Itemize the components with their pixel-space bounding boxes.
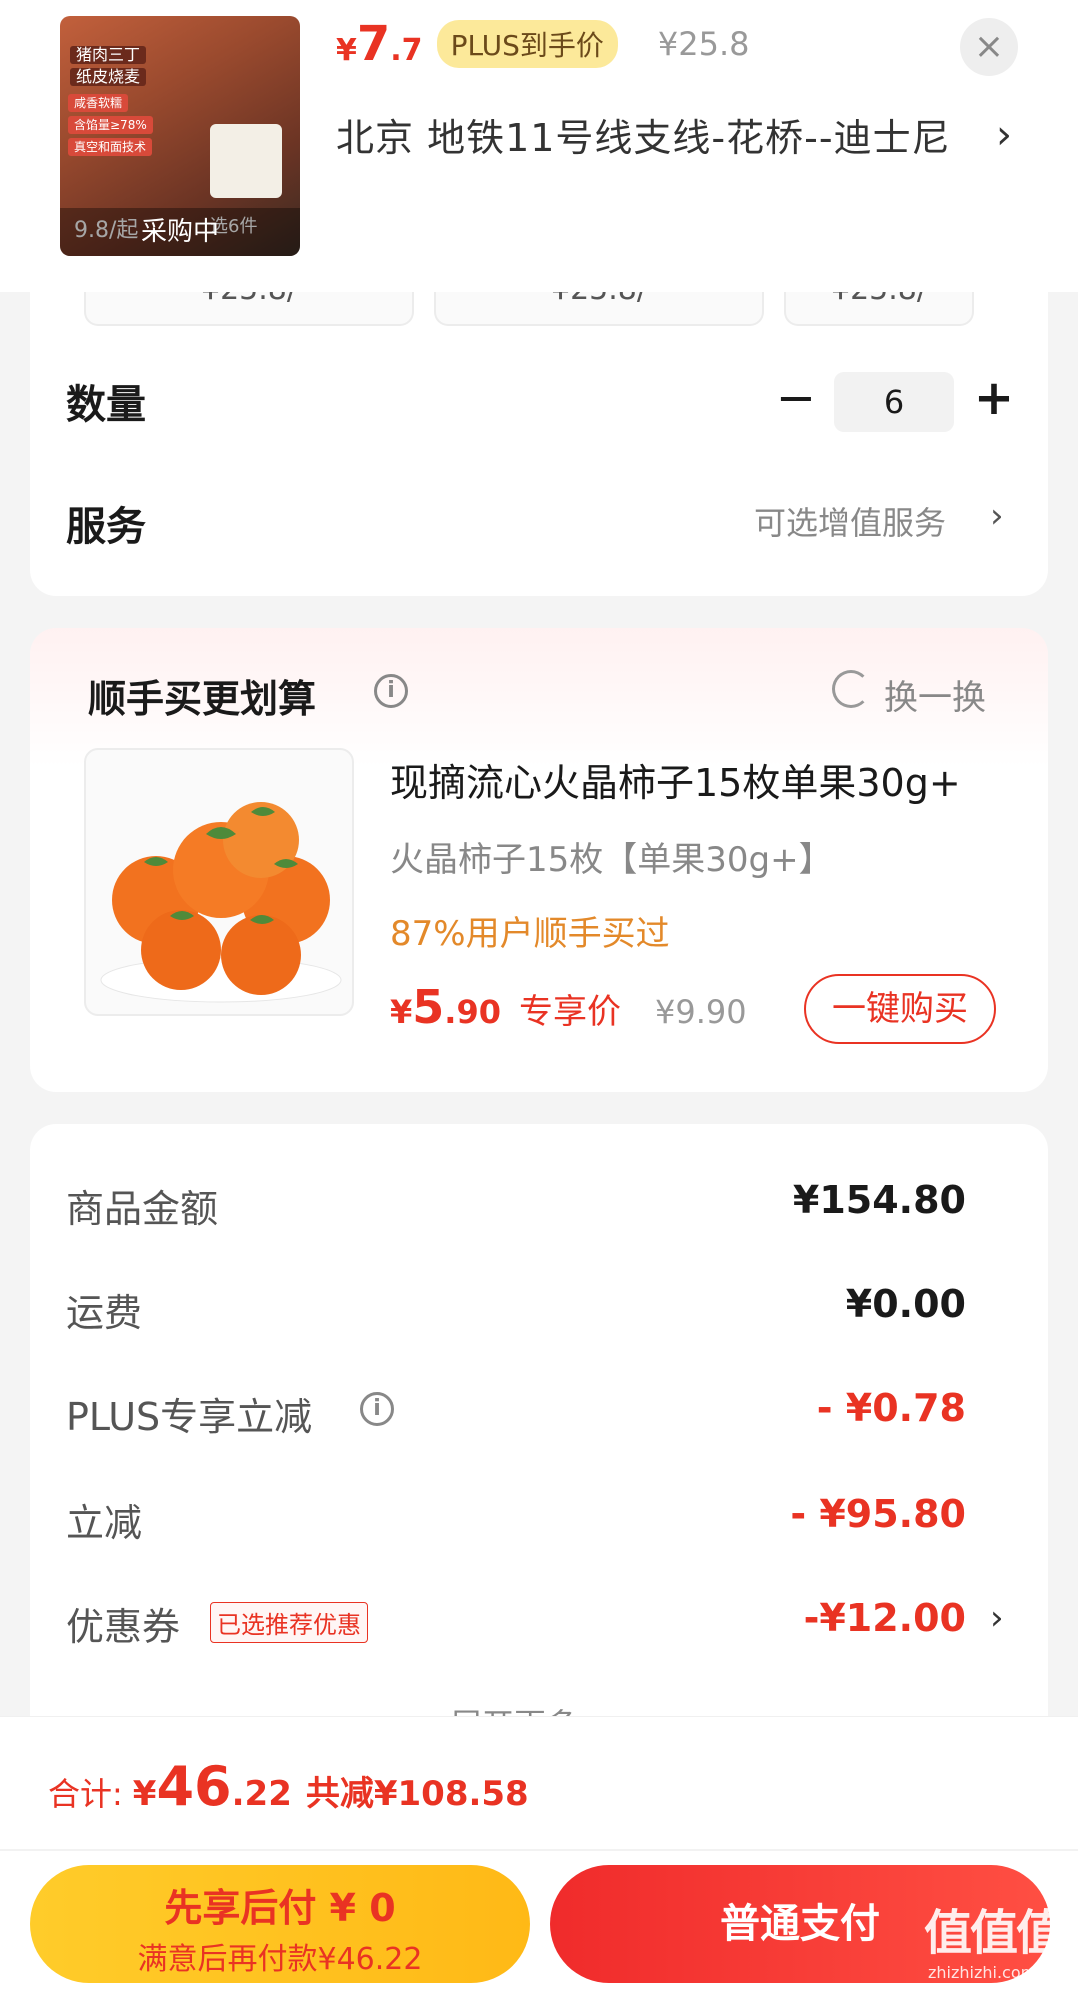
original-price: ¥9.90 [654, 993, 747, 1031]
instant-discount-value: - ¥95.80 [790, 1492, 966, 1536]
total-saved: 共减¥108.58 [305, 1774, 529, 1814]
price-symbol: ¥ [336, 33, 357, 68]
info-icon[interactable]: i [374, 674, 408, 708]
total-label: 合计: [48, 1775, 123, 1813]
total-integer: 46 [156, 1755, 232, 1818]
total-symbol: ¥ [132, 1774, 157, 1814]
quantity-input[interactable]: 6 [834, 372, 954, 432]
exclusive-price-label: 专享价 [518, 992, 621, 1032]
recommend-product-name[interactable]: 现摘流心火晶柿子15枚单果30g+ [390, 752, 1000, 807]
service-hint[interactable]: 可选增值服务 [754, 498, 946, 544]
plus-discount-label: PLUS专享立减 [66, 1395, 313, 1439]
price-integer: 7 [356, 16, 391, 72]
coupon-value[interactable]: -¥12.00 [804, 1596, 966, 1640]
chevron-right-icon[interactable]: › [996, 112, 1012, 158]
chevron-right-icon[interactable]: › [990, 496, 1004, 536]
persimmon-illustration [100, 802, 342, 1003]
close-button[interactable]: × [960, 18, 1018, 76]
info-icon[interactable]: i [360, 1392, 394, 1426]
plus-price-tag: PLUS到手价 [436, 20, 618, 68]
thumb-tag: 纸皮烧麦 [70, 68, 147, 86]
plus-discount-value: - ¥0.78 [816, 1386, 966, 1430]
goods-amount-label: 商品金额 [66, 1187, 219, 1231]
delivery-address[interactable]: 北京 地铁11号线支线-花桥--迪士尼 [336, 110, 976, 166]
total-decimal: .22 [231, 1774, 292, 1814]
product-header: 猪肉三丁 纸皮烧麦 咸香软糯 含馅量≥78% 真空和面技术 9.8/起 选6件 … [0, 0, 1078, 292]
price-decimal: .90 [444, 993, 501, 1031]
divider [0, 1849, 1078, 1851]
chevron-right-icon[interactable]: › [990, 1598, 1004, 1638]
one-click-buy-button[interactable]: 一键购买 [804, 974, 996, 1044]
service-label: 服务 [66, 504, 146, 550]
goods-amount-value: ¥154.80 [792, 1178, 966, 1222]
checkout-footer: 合计: ¥ 46 .22 共减¥108.58 先享后付 ¥ 0 满意后再付款¥4… [0, 1716, 1078, 1994]
coupon-label: 优惠券 [66, 1605, 181, 1649]
shipping-label: 运费 [66, 1291, 143, 1335]
pay-later-title: 先享后付 ¥ 0 [164, 1886, 396, 1930]
watermark-url: zhizhizhi.com [928, 1963, 1037, 1982]
price-decimal: .7 [390, 33, 423, 68]
persimmon-image[interactable] [84, 748, 354, 1016]
original-price: ¥25.8 [657, 25, 750, 63]
quantity-plus-button[interactable]: + [970, 370, 1018, 430]
price-integer: 5 [412, 980, 445, 1034]
total-row: 合计: ¥ 46 .22 共减¥108.58 [48, 1755, 529, 1818]
price-symbol: ¥ [390, 993, 413, 1031]
thumb-tag: 咸香软糯 [68, 94, 129, 112]
coupon-badge: 已选推荐优惠 [210, 1602, 368, 1643]
pay-later-subtitle: 满意后再付款¥46.22 [137, 1942, 423, 1977]
recommend-price: ¥ 5 .90 专享价 ¥9.90 [390, 980, 747, 1034]
watermark-logo: 值值值 [924, 1905, 1064, 1961]
thumb-tag: 真空和面技术 [68, 138, 153, 156]
recommend-product-spec: 火晶柿子15枚【单果30g+】 [390, 840, 833, 880]
quantity-label: 数量 [66, 382, 146, 428]
thumb-tag: 含馅量≥78% [68, 116, 153, 134]
refresh-icon[interactable] [832, 670, 870, 708]
purchasing-caption: 采购中 [60, 208, 300, 256]
product-thumbnail: 猪肉三丁 纸皮烧麦 咸香软糯 含馅量≥78% 真空和面技术 9.8/起 选6件 … [60, 16, 300, 256]
thumb-tag: 猪肉三丁 [70, 46, 147, 64]
header-price: ¥ 7 .7 PLUS到手价 ¥25.8 [336, 16, 750, 72]
shipping-value: ¥0.00 [845, 1282, 966, 1326]
swap-button[interactable]: 换一换 [884, 670, 986, 719]
pay-later-button[interactable]: 先享后付 ¥ 0 满意后再付款¥46.22 [30, 1865, 530, 1983]
package-image [210, 124, 282, 198]
recommend-title: 顺手买更划算 [88, 677, 317, 721]
quantity-minus-button[interactable]: − [774, 370, 818, 430]
close-icon: × [973, 26, 1005, 67]
bought-hint: 87%用户顺手买过 [390, 914, 670, 954]
instant-discount-label: 立减 [66, 1501, 143, 1545]
